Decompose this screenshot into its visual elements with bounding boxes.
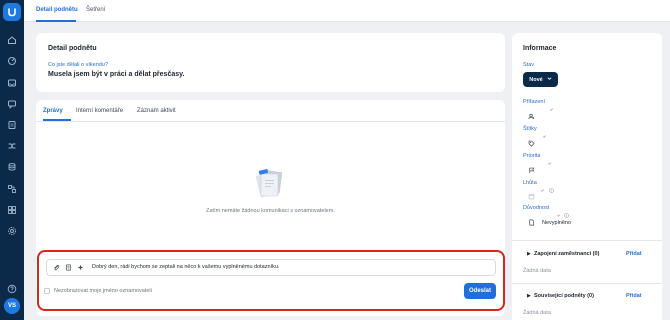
message-input-text: Dobrý den, rádi bychom se zeptali na něc… (92, 264, 280, 270)
question-answer: Musela jsem být v práci a dělat přesčasy… (48, 71, 185, 78)
status-label: Stav (523, 62, 535, 68)
info-icon[interactable] (540, 180, 545, 192)
avatar[interactable]: VS (4, 298, 20, 314)
tab-internal-comments[interactable]: Interní komentáře (76, 108, 123, 114)
document-icon (528, 219, 535, 226)
info-icon[interactable] (556, 205, 561, 217)
info-icon[interactable] (547, 153, 552, 165)
anonymous-checkbox[interactable] (44, 288, 50, 294)
question-label: Co jste dělali o víkendu? (48, 62, 108, 68)
documents-icon[interactable] (7, 120, 17, 130)
empty-documents-illustration (252, 165, 288, 201)
logo-icon[interactable] (3, 3, 21, 21)
help-circle-icon[interactable] (564, 205, 569, 218)
involved-employees-empty: Žádná data (523, 268, 551, 274)
tag-icon[interactable] (528, 140, 535, 147)
shuffle-icon[interactable] (7, 141, 17, 151)
deadline-label: Lhůta (523, 180, 537, 186)
assigned-label: Přiřazení (523, 99, 546, 105)
apps-icon[interactable] (7, 205, 17, 215)
info-icon[interactable] (549, 99, 554, 111)
confidentiality-value[interactable]: Nevyplněno (542, 220, 571, 226)
anonymous-checkbox-label: Nezobrazovat moje jméno oznamovateli (54, 288, 152, 294)
help-circle-icon[interactable] (549, 180, 554, 193)
tabs-divider (36, 121, 505, 122)
section-involved-employees[interactable]: Zapojení zaměstnanci (0) (534, 251, 599, 257)
detail-card-title: Detail podnětu (48, 45, 97, 52)
tab-activity-log[interactable]: Záznam aktivit (137, 108, 176, 114)
section-related-reports[interactable]: Související podněty (0) (534, 293, 594, 299)
flag-icon[interactable] (528, 167, 535, 174)
add-user-icon[interactable] (528, 113, 535, 120)
divider (512, 283, 662, 284)
workflow-icon[interactable] (7, 184, 17, 194)
chat-icon[interactable] (7, 99, 17, 109)
dashboard-icon[interactable] (7, 56, 17, 66)
tags-label: Štítky (523, 126, 537, 132)
chevron-right-icon[interactable]: ▶ (527, 293, 531, 299)
sidebar-rail: VS (0, 0, 24, 320)
ai-sparkle-icon[interactable] (77, 264, 84, 271)
info-panel-title: Informace (523, 45, 557, 52)
help-icon[interactable] (7, 284, 17, 294)
chevron-down-icon (547, 76, 552, 83)
tab-messages[interactable]: Zprávy (43, 108, 63, 114)
add-employee-button[interactable]: Přidat (626, 251, 642, 257)
database-icon[interactable] (7, 162, 17, 172)
send-button[interactable]: Odeslat (464, 283, 496, 299)
empty-state-text: Zatím nemáte žádnou komunikaci s oznamov… (206, 208, 335, 214)
active-tab-indicator (36, 20, 76, 22)
related-reports-empty: Žádná data (523, 310, 551, 316)
tab-detail[interactable]: Detail podnětu (36, 7, 78, 13)
home-icon[interactable] (7, 35, 17, 45)
info-icon[interactable] (542, 126, 547, 138)
chevron-right-icon[interactable]: ▶ (527, 251, 531, 257)
divider (512, 240, 662, 241)
info-panel: Informace Stav Nové Přiřazení Štítky Pri… (512, 33, 662, 320)
confidentiality-label: Důvodnost (523, 205, 550, 211)
tab-investigation[interactable]: Šetření (86, 7, 105, 13)
template-icon[interactable] (65, 264, 72, 271)
settings-icon[interactable] (7, 226, 17, 236)
add-related-report-button[interactable]: Přidat (626, 293, 642, 299)
top-tab-bar (24, 0, 670, 22)
status-value: Nové (529, 76, 543, 83)
inbox-icon[interactable] (7, 78, 17, 88)
calendar-icon[interactable] (528, 193, 535, 200)
priority-label: Priorita (523, 153, 541, 159)
attachment-icon[interactable] (53, 264, 60, 271)
status-dropdown[interactable]: Nové (523, 72, 558, 87)
detail-card: Detail podnětu Co jste dělali o víkendu?… (36, 33, 505, 92)
